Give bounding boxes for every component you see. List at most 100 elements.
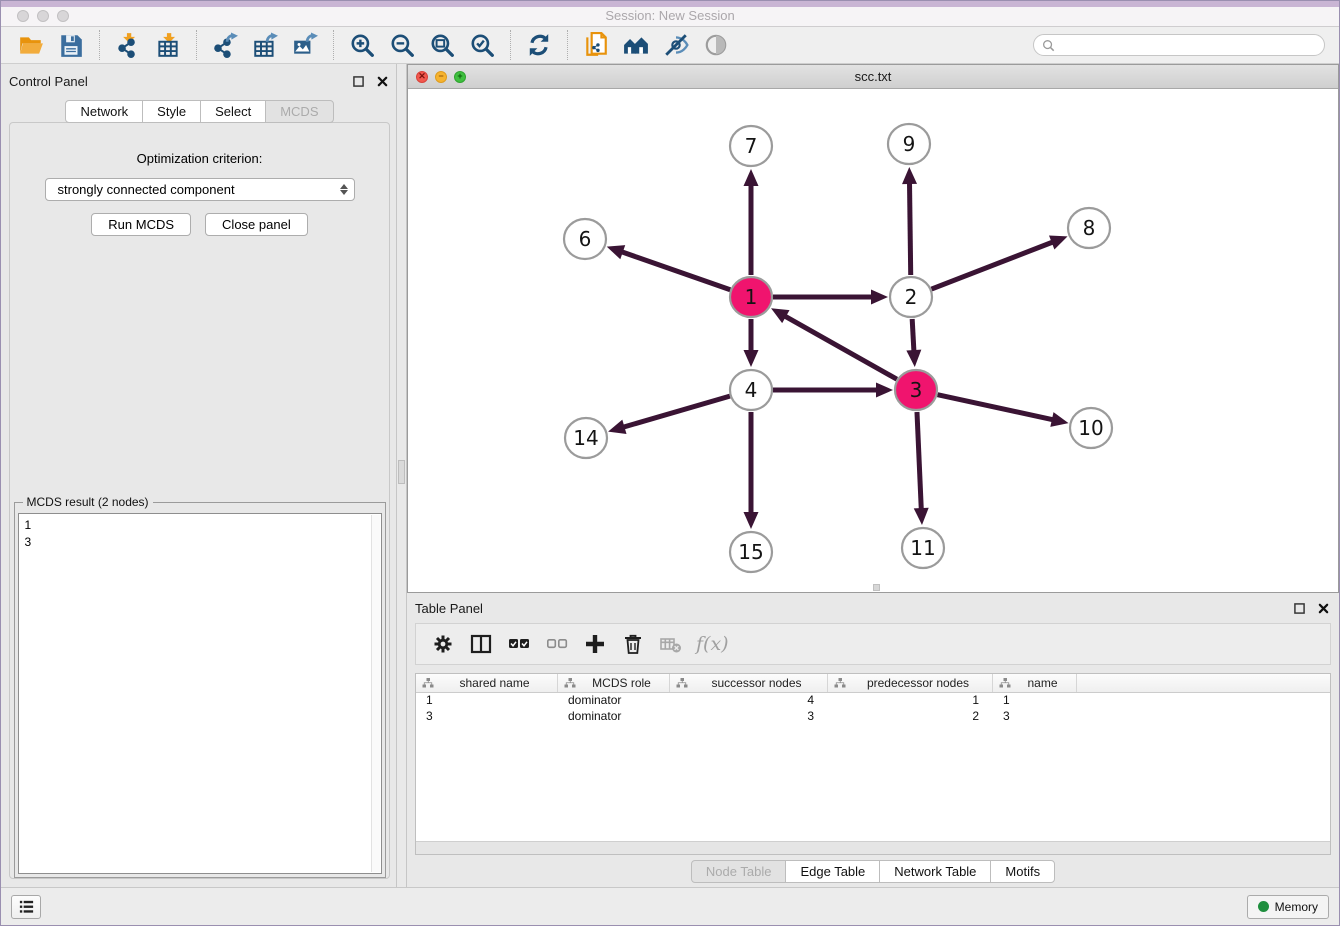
tab-network[interactable]: Network (65, 100, 143, 123)
criterion-select[interactable]: strongly connected component (45, 178, 355, 201)
cell-successor-nodes[interactable]: 3 (670, 709, 828, 725)
cell-shared-name[interactable]: 1 (416, 693, 558, 709)
network-canvas[interactable]: 7 9 6 8 1 2 4 3 14 10 15 11 (408, 89, 1338, 592)
export-image-button[interactable] (285, 29, 325, 61)
network-graph[interactable]: 7 9 6 8 1 2 4 3 14 10 15 11 (408, 89, 1338, 592)
search-box[interactable] (1033, 34, 1325, 56)
graph-node-4[interactable]: 4 (730, 370, 772, 410)
edge-3-11[interactable] (917, 412, 921, 510)
edge-4-14[interactable] (622, 396, 729, 427)
graph-node-10[interactable]: 10 (1070, 408, 1112, 448)
split-panel-button[interactable] (464, 627, 498, 661)
cell-MCDS-role[interactable]: dominator (558, 693, 670, 709)
table-settings-button[interactable] (426, 627, 460, 661)
toolbar-separator (567, 30, 568, 60)
graph-node-3[interactable]: 3 (895, 370, 937, 410)
tab-network-table[interactable]: Network Table (879, 860, 991, 883)
network-minimize-button[interactable]: − (435, 71, 447, 83)
edge-2-8[interactable] (932, 242, 1054, 289)
graph-node-1[interactable]: 1 (730, 277, 772, 317)
cell-name[interactable]: 1 (993, 693, 1077, 709)
table-row[interactable]: 1dominator411 (416, 693, 1330, 709)
open-session-icon (18, 32, 44, 58)
zoom-selected-button[interactable] (462, 29, 502, 61)
graph-node-2[interactable]: 2 (890, 277, 932, 317)
graph-node-6[interactable]: 6 (564, 219, 606, 259)
cell-MCDS-role[interactable]: dominator (558, 709, 670, 725)
search-input[interactable] (1060, 38, 1316, 52)
open-session-button[interactable] (11, 29, 51, 61)
mcds-tab-content: Optimization criterion: strongly connect… (9, 122, 390, 879)
column-header-predecessor-nodes[interactable]: predecessor nodes (828, 674, 993, 692)
table-row[interactable]: 3dominator323 (416, 709, 1330, 725)
zoom-in-button[interactable] (342, 29, 382, 61)
graph-node-14[interactable]: 14 (565, 418, 607, 458)
task-history-button[interactable] (11, 895, 41, 919)
graph-node-11[interactable]: 11 (902, 528, 944, 568)
column-header-MCDS-role[interactable]: MCDS role (558, 674, 670, 692)
close-table-panel-icon[interactable] (1315, 600, 1331, 616)
tab-select[interactable]: Select (200, 100, 266, 123)
result-scrollbar[interactable] (371, 515, 380, 872)
tab-edge-table[interactable]: Edge Table (785, 860, 880, 883)
zoom-out-icon (389, 32, 415, 58)
zoom-out-button[interactable] (382, 29, 422, 61)
panel-splitter[interactable] (396, 64, 407, 887)
float-panel-icon[interactable] (350, 73, 366, 89)
cell-name[interactable]: 3 (993, 709, 1077, 725)
edge-3-10[interactable] (937, 395, 1053, 420)
edge-3-1[interactable] (784, 316, 897, 380)
function-builder-icon[interactable]: f(x) (692, 633, 733, 655)
graph-node-9[interactable]: 9 (888, 124, 930, 164)
column-header-filler (1077, 674, 1330, 692)
import-table-button[interactable] (148, 29, 188, 61)
network-document-icon (583, 32, 609, 58)
splitter-handle[interactable] (398, 460, 405, 484)
select-all-button[interactable] (502, 627, 536, 661)
close-panel-button[interactable]: Close panel (205, 213, 308, 236)
arrowhead-2-3 (906, 350, 921, 367)
arrowhead-4-14 (608, 420, 626, 434)
float-table-panel-icon[interactable] (1291, 600, 1307, 616)
tab-mcds[interactable]: MCDS (265, 100, 333, 123)
control-panel-title: Control Panel (9, 74, 88, 89)
delete-row-button[interactable] (616, 627, 650, 661)
network-document-button[interactable] (576, 29, 616, 61)
table-hscroll-strip[interactable] (416, 841, 1330, 854)
add-row-button[interactable] (578, 627, 612, 661)
close-panel-icon[interactable] (374, 73, 390, 89)
network-window-title: scc.txt (408, 69, 1338, 84)
export-table-button[interactable] (245, 29, 285, 61)
home-button[interactable] (616, 29, 656, 61)
edge-2-3[interactable] (912, 319, 914, 352)
hide-graphics-details-button[interactable] (656, 29, 696, 61)
column-header-successor-nodes[interactable]: successor nodes (670, 674, 828, 692)
memory-button[interactable]: Memory (1247, 895, 1329, 919)
network-close-button[interactable]: ✕ (416, 71, 428, 83)
network-maximize-button[interactable]: + (454, 71, 466, 83)
cell-predecessor-nodes[interactable]: 1 (828, 693, 993, 709)
edge-2-9[interactable] (909, 182, 910, 275)
graph-node-7[interactable]: 7 (730, 126, 772, 166)
column-header-name[interactable]: name (993, 674, 1077, 692)
tab-motifs[interactable]: Motifs (990, 860, 1055, 883)
import-network-button[interactable] (108, 29, 148, 61)
save-session-button[interactable] (51, 29, 91, 61)
unselect-all-button[interactable] (540, 627, 574, 661)
cell-successor-nodes[interactable]: 4 (670, 693, 828, 709)
tab-node-table[interactable]: Node Table (691, 860, 787, 883)
table-empty-area (416, 725, 1330, 841)
graph-node-15[interactable]: 15 (730, 532, 772, 572)
cell-predecessor-nodes[interactable]: 2 (828, 709, 993, 725)
apply-layout-button[interactable] (519, 29, 559, 61)
mcds-result-text[interactable]: 1 3 (18, 513, 382, 874)
run-mcds-button[interactable]: Run MCDS (91, 213, 191, 236)
graph-node-8[interactable]: 8 (1068, 208, 1110, 248)
canvas-resize-handle[interactable] (873, 584, 880, 591)
tab-style[interactable]: Style (142, 100, 201, 123)
export-network-button[interactable] (205, 29, 245, 61)
column-header-shared-name[interactable]: shared name (416, 674, 558, 692)
edge-1-6[interactable] (621, 252, 730, 290)
cell-shared-name[interactable]: 3 (416, 709, 558, 725)
zoom-fit-button[interactable] (422, 29, 462, 61)
